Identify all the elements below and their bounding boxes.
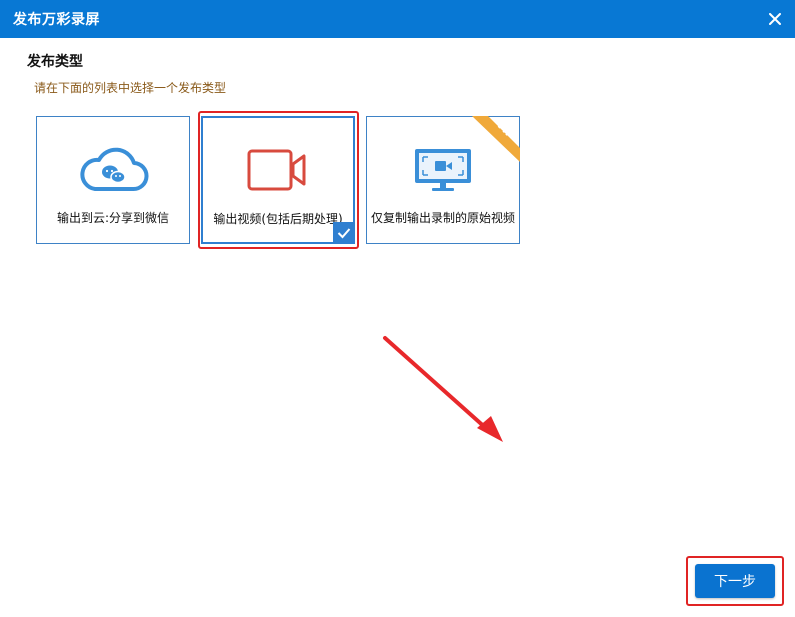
option-label-raw: 仅复制输出录制的原始视频 xyxy=(370,211,515,225)
section-title: 发布类型 xyxy=(27,54,83,70)
title-bar: 发布万彩录屏 xyxy=(0,0,795,38)
close-icon xyxy=(769,13,781,25)
option-label-video: 输出视频(包括后期处理) xyxy=(213,212,343,226)
option-card-cloud[interactable]: 输出到云:分享到微信 xyxy=(36,116,190,244)
next-button[interactable]: 下一步 xyxy=(695,564,775,598)
selected-check-icon xyxy=(333,222,355,244)
section-hint: 请在下面的列表中选择一个发布类型 xyxy=(34,81,227,95)
option-card-video[interactable]: 输出视频(包括后期处理) xyxy=(201,116,355,244)
video-camera-icon xyxy=(203,148,353,192)
option-label-cloud: 输出到云:分享到微信 xyxy=(56,211,170,225)
cloud-wechat-icon xyxy=(37,145,189,195)
close-button[interactable] xyxy=(764,8,786,30)
vip-badge: VIP xyxy=(468,116,520,162)
annotation-arrow-icon xyxy=(380,334,510,448)
window-title: 发布万彩录屏 xyxy=(13,12,100,28)
option-card-raw[interactable]: 仅复制输出录制的原始视频 VIP xyxy=(366,116,520,244)
